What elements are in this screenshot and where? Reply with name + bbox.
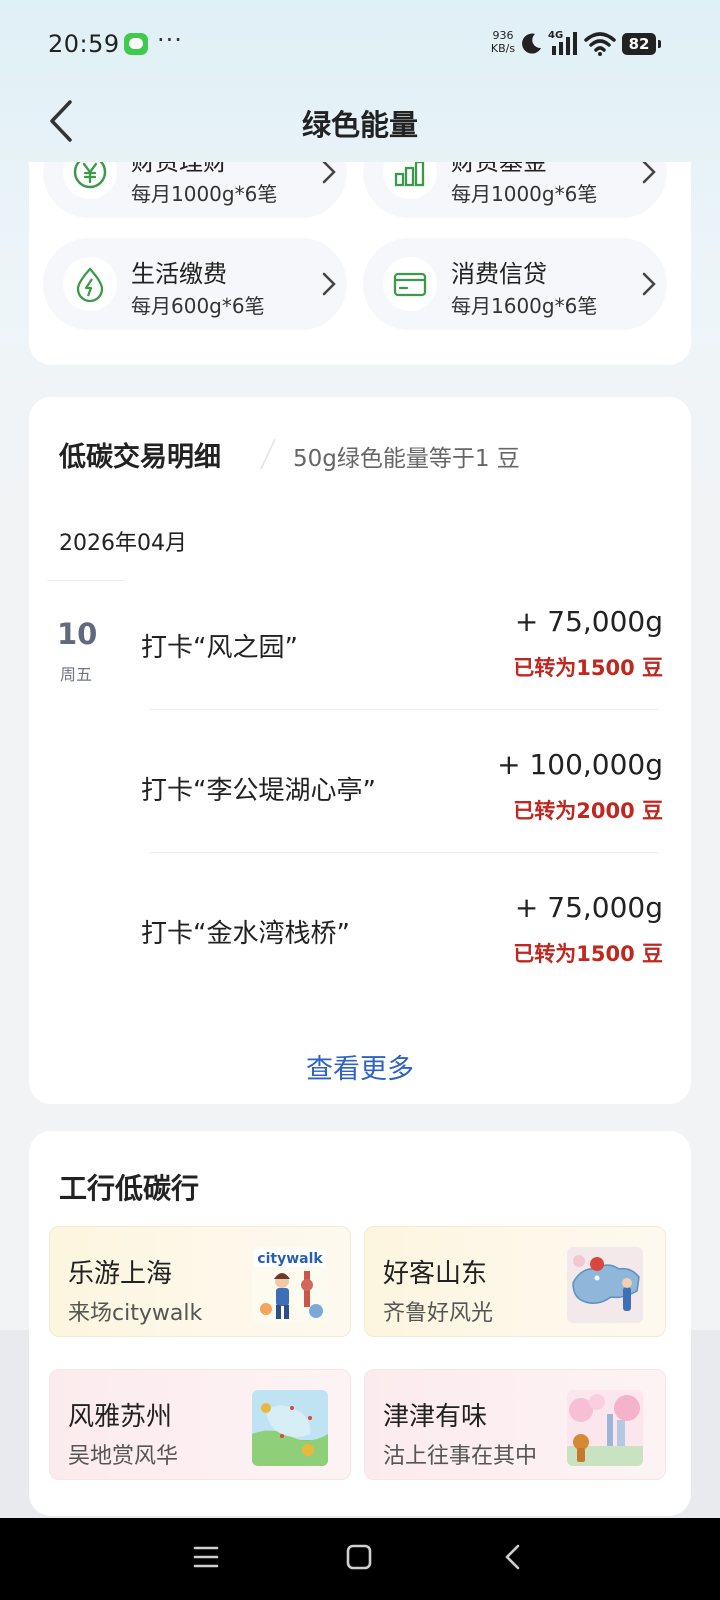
promo-subtitle: 来场citywalk — [68, 1301, 203, 1326]
transaction-name: 打卡“金水湾栈桥” — [141, 919, 350, 949]
tianjin-scene-thumbnail — [567, 1390, 643, 1466]
transaction-amount: + 100,000g — [497, 748, 663, 781]
service-item-credit[interactable]: 消费信贷 每月1600g*6笔 — [363, 238, 667, 330]
transaction-name: 打卡“李公堤湖心亭” — [141, 776, 376, 806]
status-time: 20:59 — [48, 30, 120, 58]
transaction-row[interactable]: 打卡“李公堤湖心亭” + 100,000g 已转为2000 豆 — [29, 733, 691, 875]
nav-back-button[interactable] — [500, 1542, 526, 1572]
low-carbon-card: 工行低碳行 乐游上海 来场citywalk citywalk 好客山东 齐鲁好风… — [29, 1131, 691, 1516]
network-speed: 936 KB/s — [488, 29, 518, 55]
promo-subtitle: 吴地赏风华 — [68, 1444, 179, 1469]
transaction-amount: + 75,000g — [514, 605, 663, 638]
chevron-right-icon — [322, 272, 336, 296]
energy-leaf-icon — [76, 267, 104, 302]
row-divider — [149, 852, 659, 853]
transaction-row[interactable]: 打卡“风之园” + 75,000g 已转为1500 豆 — [29, 590, 691, 732]
view-more-link[interactable]: 查看更多 — [29, 1047, 691, 1086]
network-speed-value: 936 — [492, 29, 514, 42]
recent-apps-button[interactable] — [192, 1543, 220, 1571]
divider-slash — [260, 438, 276, 470]
chevron-right-icon — [642, 272, 656, 296]
network-speed-unit: KB/s — [490, 42, 516, 55]
battery-indicator: 82 — [622, 33, 661, 55]
promo-tianjin[interactable]: 津津有味 沽上往事在其中 — [364, 1369, 666, 1480]
transaction-name: 打卡“风之园” — [141, 633, 298, 663]
service-subtitle: 每月1000g*6笔 — [451, 182, 598, 206]
promo-title: 好客山东 — [383, 1259, 488, 1289]
service-icon-bg — [63, 257, 117, 311]
low-carbon-title: 工行低碳行 — [59, 1172, 200, 1205]
service-subtitle: 每月1000g*6笔 — [131, 182, 278, 206]
transaction-row[interactable]: 打卡“金水湾栈桥” + 75,000g 已转为1500 豆 — [29, 876, 691, 1018]
service-subtitle: 每月600g*6笔 — [131, 294, 265, 318]
transaction-converted: 已转为2000 豆 — [513, 799, 663, 823]
suzhou-map-thumbnail — [252, 1390, 328, 1466]
row-divider — [149, 709, 659, 710]
chevron-right-icon — [642, 162, 656, 184]
moon-icon — [522, 33, 541, 54]
system-nav-bar — [0, 1518, 720, 1600]
service-title: 生活缴费 — [131, 260, 227, 288]
promo-suzhou[interactable]: 风雅苏州 吴地赏风华 — [49, 1369, 351, 1480]
transaction-amount: + 75,000g — [514, 891, 663, 924]
service-title: 消费信贷 — [451, 260, 547, 288]
transactions-title: 低碳交易明细 — [59, 442, 221, 473]
services-card: 财资理财 每月1000g*6笔 财资基金 每月1000g*6笔 生活缴费 每月6… — [29, 162, 691, 365]
month-divider — [47, 580, 125, 581]
promo-shandong[interactable]: 好客山东 齐鲁好风光 — [364, 1226, 666, 1337]
service-subtitle: 每月1600g*6笔 — [451, 294, 598, 318]
transaction-converted: 已转为1500 豆 — [513, 656, 663, 680]
promo-title: 津津有味 — [383, 1402, 488, 1432]
shandong-map-thumbnail — [567, 1247, 643, 1323]
service-icon-bg — [383, 257, 437, 311]
chevron-right-icon — [322, 162, 336, 184]
promo-title: 乐游上海 — [68, 1259, 173, 1289]
promo-subtitle: 沽上往事在其中 — [383, 1444, 538, 1469]
promo-subtitle: 齐鲁好风光 — [383, 1301, 494, 1326]
header: 绿色能量 — [0, 90, 720, 162]
transactions-subtitle: 50g绿色能量等于1 豆 — [293, 446, 520, 472]
wifi-icon — [584, 32, 616, 56]
transactions-month: 2026年04月 — [59, 531, 187, 556]
transactions-card: 低碳交易明细 50g绿色能量等于1 豆 2026年04月 10 周五 打卡“风之… — [29, 397, 691, 1104]
network-type: 4G — [548, 30, 563, 41]
transaction-converted: 已转为1500 豆 — [513, 942, 663, 966]
status-bar: 20:59 ··· 936 KB/s 4G 82 — [0, 0, 720, 90]
service-item-utility[interactable]: 生活缴费 每月600g*6笔 — [43, 238, 347, 330]
citywalk-text: citywalk — [257, 1251, 323, 1267]
signal-icon: 4G — [548, 30, 577, 55]
message-app-icon — [124, 33, 148, 55]
promo-title: 风雅苏州 — [68, 1402, 173, 1432]
citywalk-thumbnail: citywalk — [252, 1247, 328, 1323]
promo-shanghai[interactable]: 乐游上海 来场citywalk citywalk — [49, 1226, 351, 1337]
home-button[interactable] — [345, 1542, 373, 1572]
credit-card-icon — [393, 272, 427, 297]
page-title: 绿色能量 — [301, 108, 418, 142]
more-notifications-icon: ··· — [157, 26, 183, 54]
